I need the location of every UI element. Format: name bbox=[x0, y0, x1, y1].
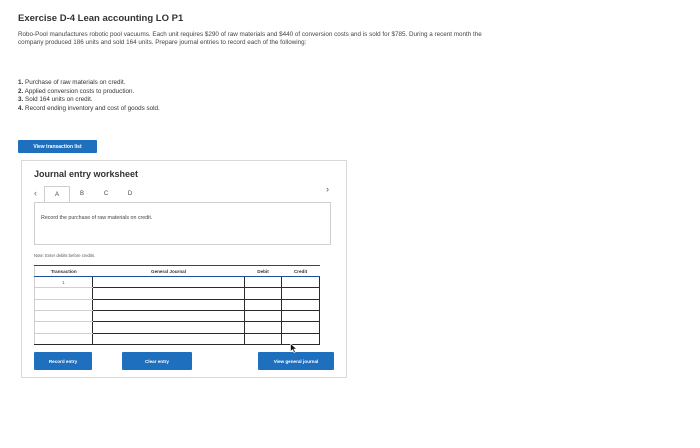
transaction-cell bbox=[34, 299, 93, 311]
tab-a[interactable]: A bbox=[44, 186, 70, 203]
debits-note: Note: Enter debits before credits. bbox=[34, 253, 96, 258]
worksheet-tabs: A B C D bbox=[44, 186, 142, 203]
debit-input[interactable] bbox=[244, 287, 282, 300]
transaction-cell bbox=[34, 321, 93, 334]
debit-header: Debit bbox=[244, 265, 282, 277]
chevron-left-icon[interactable]: ‹ bbox=[34, 188, 37, 198]
account-input[interactable] bbox=[92, 310, 245, 323]
debit-input[interactable] bbox=[244, 321, 282, 334]
step-item: 2. Applied conversion costs to productio… bbox=[18, 87, 135, 95]
chevron-right-icon[interactable]: › bbox=[326, 184, 329, 194]
account-input[interactable] bbox=[92, 333, 245, 346]
credit-input[interactable] bbox=[281, 333, 320, 346]
credit-input[interactable] bbox=[281, 310, 320, 323]
credit-input[interactable] bbox=[281, 287, 320, 300]
record-entry-button[interactable]: Record entry bbox=[34, 352, 92, 370]
general-journal-header: General Journal bbox=[92, 265, 245, 277]
account-input[interactable] bbox=[92, 287, 245, 300]
step-item: 4. Record ending inventory and cost of g… bbox=[18, 104, 160, 112]
step-item: 3. Sold 164 units on credit. bbox=[18, 96, 93, 103]
transaction-cell bbox=[34, 310, 93, 323]
credit-header: Credit bbox=[281, 265, 320, 277]
credit-input[interactable] bbox=[281, 321, 320, 334]
debit-input[interactable] bbox=[244, 333, 282, 346]
credit-input[interactable] bbox=[281, 276, 320, 289]
problem-text: Robo-Pool manufactures robotic pool vacu… bbox=[18, 31, 482, 47]
page-title: Exercise D-4 Lean accounting LO P1 bbox=[18, 13, 184, 24]
mouse-pointer-icon bbox=[290, 343, 298, 353]
transaction-header: Transaction bbox=[34, 265, 93, 277]
table-row bbox=[34, 333, 320, 346]
journal-entry-table: Transaction General Journal Debit Credit… bbox=[34, 265, 320, 346]
tab-b[interactable]: B bbox=[70, 186, 94, 201]
debit-input[interactable] bbox=[244, 276, 282, 289]
table-row bbox=[34, 321, 320, 334]
instruction-box: Record the purchase of raw materials on … bbox=[34, 202, 331, 245]
table-row bbox=[34, 310, 320, 323]
table-row: 1 bbox=[34, 276, 320, 289]
account-input[interactable] bbox=[92, 299, 245, 311]
view-general-journal-button[interactable]: View general journal bbox=[258, 352, 334, 370]
account-input[interactable] bbox=[92, 321, 245, 334]
tab-d[interactable]: D bbox=[118, 186, 142, 201]
credit-input[interactable] bbox=[281, 299, 320, 311]
instruction-text: Record the purchase of raw materials on … bbox=[41, 215, 153, 221]
transaction-cell bbox=[34, 333, 93, 346]
debit-input[interactable] bbox=[244, 299, 282, 311]
transaction-cell: 1 bbox=[34, 276, 93, 289]
view-transaction-list-button[interactable]: View transaction list bbox=[18, 140, 97, 153]
steps-list: 1. Purchase of raw materials on credit. … bbox=[18, 79, 160, 113]
table-row bbox=[34, 299, 320, 311]
account-input[interactable] bbox=[92, 276, 245, 289]
debit-input[interactable] bbox=[244, 310, 282, 323]
transaction-cell bbox=[34, 287, 93, 300]
tab-c[interactable]: C bbox=[94, 186, 118, 201]
worksheet-title: Journal entry worksheet bbox=[34, 169, 139, 179]
clear-entry-button[interactable]: Clear entry bbox=[122, 352, 192, 370]
step-item: 1. Purchase of raw materials on credit. bbox=[18, 79, 126, 86]
table-row bbox=[34, 287, 320, 300]
